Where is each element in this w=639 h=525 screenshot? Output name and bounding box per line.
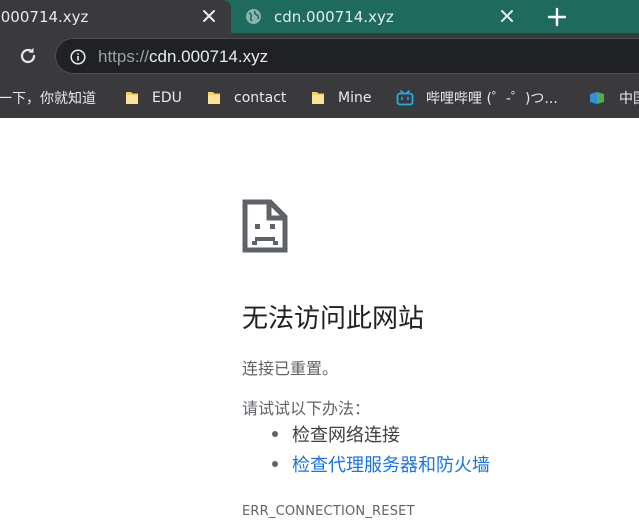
info-icon[interactable] — [70, 49, 86, 65]
reload-icon[interactable] — [17, 45, 39, 67]
url-scheme: https:// — [98, 47, 150, 66]
bullet-icon — [272, 461, 278, 467]
bookmark-site[interactable]: 中国 — [589, 87, 639, 109]
suggestion-text: 检查网络连接 — [292, 425, 400, 446]
browser-toolbar: https://cdn.000714.xyz — [0, 33, 639, 79]
url-text[interactable]: https://cdn.000714.xyz — [98, 47, 268, 67]
bookmark-label: 中国 — [619, 91, 639, 107]
bilibili-icon — [396, 90, 414, 106]
bookmark-label: contact — [234, 90, 287, 106]
suggestions-heading: 请试试以下办法： — [242, 399, 371, 418]
address-bar[interactable]: https://cdn.000714.xyz — [55, 38, 639, 74]
folder-icon — [126, 92, 138, 104]
new-tab-plus-icon[interactable] — [544, 4, 570, 30]
bookmark-bilibili[interactable]: 哔哩哔哩 (゜-゜)つ... — [396, 87, 558, 109]
bookmark-label: EDU — [152, 90, 182, 106]
tab-title: .000714.xyz — [0, 7, 89, 26]
suggestion-text[interactable]: 检查代理服务器和防火墙 — [292, 451, 490, 477]
globe-icon — [246, 9, 261, 24]
error-code: ERR_CONNECTION_RESET — [242, 504, 415, 519]
sad-page-icon — [242, 199, 288, 253]
close-tab-icon[interactable] — [200, 7, 218, 25]
close-tab-icon[interactable] — [498, 7, 516, 25]
suggestion-check-proxy-link[interactable]: 检查代理服务器和防火墙 — [272, 451, 490, 477]
bookmark-contact[interactable]: contact — [206, 87, 286, 109]
bookmark-label: 一下，你就知道 — [0, 91, 96, 107]
folder-icon — [208, 92, 220, 104]
bookmark-mine[interactable]: Mine — [310, 87, 371, 109]
tab-inactive[interactable]: cdn.000714.xyz — [231, 0, 530, 33]
error-description: 连接已重置。 — [242, 359, 339, 378]
folder-icon — [312, 92, 324, 104]
bookmarks-bar: 一下，你就知道 EDU contact Mine 哔哩哔哩 (゜-゜)つ... — [0, 79, 639, 118]
tab-strip: .000714.xyz cdn.000714.xyz — [0, 0, 639, 33]
bookmark-edu[interactable]: EDU — [124, 87, 182, 109]
site-icon — [590, 92, 604, 104]
bookmark-label: Mine — [338, 90, 372, 106]
bookmark-baidu[interactable]: 一下，你就知道 — [0, 87, 96, 109]
error-page: 无法访问此网站 连接已重置。 请试试以下办法： 检查网络连接 检查代理服务器和防… — [0, 118, 639, 525]
bullet-icon — [272, 431, 278, 437]
error-title: 无法访问此网站 — [242, 304, 425, 334]
suggestion-check-network: 检查网络连接 — [272, 421, 400, 447]
tab-title: cdn.000714.xyz — [274, 7, 394, 26]
tab-active[interactable]: .000714.xyz — [0, 0, 232, 33]
bookmark-label: 哔哩哔哩 (゜-゜)つ... — [426, 91, 558, 107]
url-host: cdn.000714.xyz — [149, 47, 269, 66]
